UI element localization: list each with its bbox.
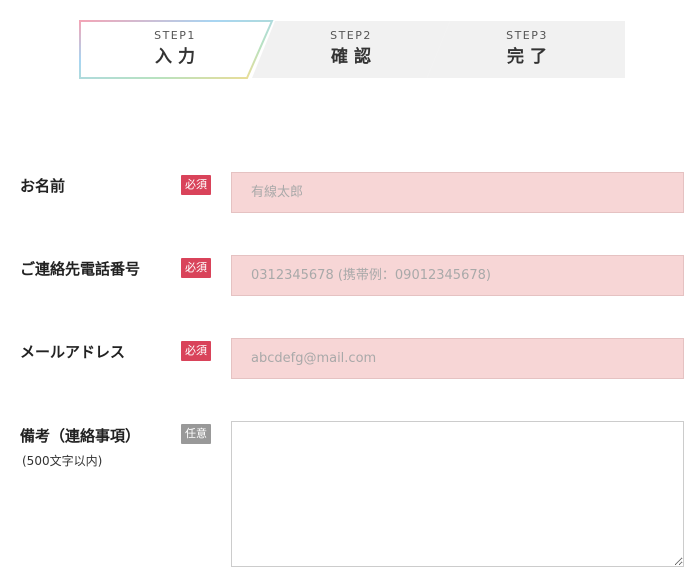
phone-label: ご連絡先電話番号 [20, 260, 141, 278]
notes-label: 備考（連絡事項） [20, 427, 141, 445]
contact-form-page: STEP1 入力 STEP2 確認 STEP3 完了 お名前 必須 ご連絡先電話… [0, 0, 700, 583]
step2: STEP2 確認 [291, 30, 411, 66]
email-label: メールアドレス [20, 343, 126, 361]
email-input[interactable] [231, 338, 684, 379]
notes-sublabel: (500文字以内) [22, 454, 103, 468]
notes-textarea[interactable] [231, 421, 684, 567]
step1-label: 入力 [155, 47, 201, 67]
name-input[interactable] [231, 172, 684, 213]
optional-badge: 任意 [181, 424, 211, 444]
step2-number: STEP2 [330, 29, 372, 42]
step3-label: 完了 [507, 47, 553, 67]
required-badge: 必須 [181, 341, 211, 361]
step1: STEP1 入力 [115, 30, 235, 66]
step-indicator: STEP1 入力 STEP2 確認 STEP3 完了 [0, 0, 700, 90]
name-label: お名前 [20, 177, 66, 195]
required-badge: 必須 [181, 175, 211, 195]
step2-label: 確認 [331, 47, 377, 67]
required-badge: 必須 [181, 258, 211, 278]
step1-number: STEP1 [154, 29, 196, 42]
phone-input[interactable] [231, 255, 684, 296]
step3-number: STEP3 [506, 29, 548, 42]
step3: STEP3 完了 [467, 30, 587, 66]
